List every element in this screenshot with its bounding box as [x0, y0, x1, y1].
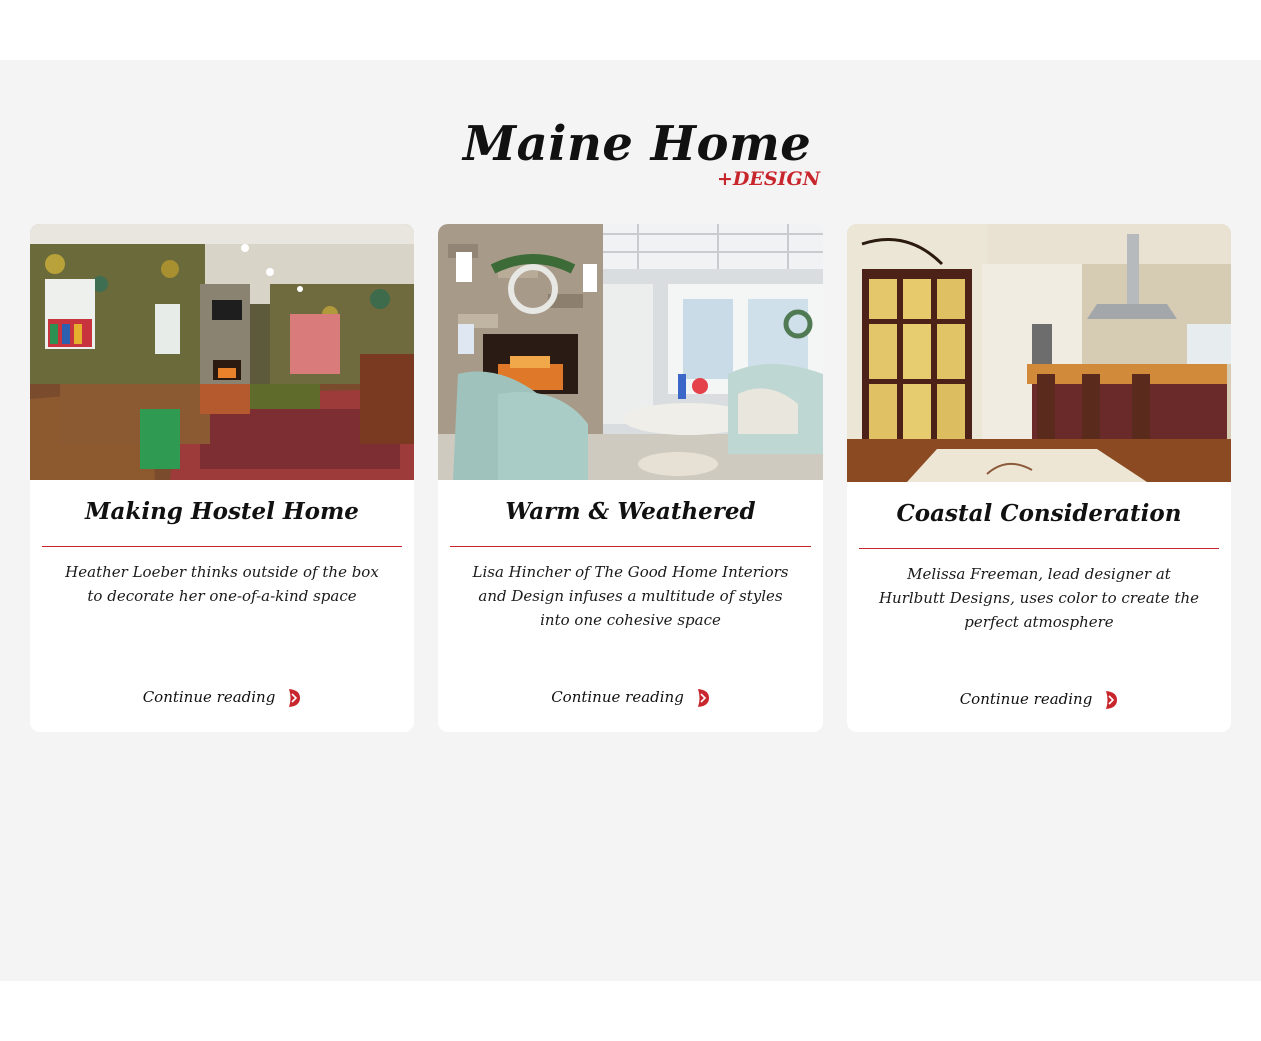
story-photo-living-room[interactable]: [30, 224, 414, 480]
title-divider: [859, 548, 1219, 549]
brand-suffix: +DESIGN: [717, 168, 821, 190]
continue-reading-label: Continue reading: [959, 690, 1093, 708]
brand-logo[interactable]: Maine Home +DESIGN: [0, 110, 1261, 200]
continue-reading-label: Continue reading: [551, 688, 684, 706]
story-description: Heather Loeber thinks outside of the box…: [65, 563, 379, 605]
story-card[interactable]: Coastal Consideration Melissa Freeman, l…: [847, 224, 1231, 732]
story-photo-kitchen[interactable]: [847, 224, 1231, 482]
story-description: Melissa Freeman, lead designer at Hurlbu…: [878, 565, 1200, 631]
chevron-right-icon: [1104, 690, 1118, 710]
brand-name: Maine Home: [463, 116, 812, 172]
chevron-right-icon: [287, 688, 301, 708]
story-title[interactable]: Warm & Weathered: [438, 498, 823, 525]
story-card[interactable]: Making Hostel Home Heather Loeber thinks…: [30, 224, 414, 732]
continue-reading-link[interactable]: Continue reading: [30, 688, 414, 708]
story-description: Lisa Hincher of The Good Home Interiors …: [472, 563, 789, 629]
title-divider: [42, 546, 402, 547]
continue-reading-link[interactable]: Continue reading: [847, 690, 1231, 710]
story-title[interactable]: Coastal Consideration: [847, 500, 1231, 527]
story-photo-fireplace[interactable]: [438, 224, 823, 480]
title-divider: [450, 546, 811, 547]
featured-stories-section: Maine Home +DESIGN Making Hostel Home He…: [0, 60, 1261, 981]
story-card[interactable]: Warm & Weathered Lisa Hincher of The Goo…: [438, 224, 823, 732]
story-title[interactable]: Making Hostel Home: [30, 498, 414, 525]
chevron-right-icon: [696, 688, 710, 708]
continue-reading-label: Continue reading: [142, 688, 276, 706]
continue-reading-link[interactable]: Continue reading: [438, 688, 823, 708]
